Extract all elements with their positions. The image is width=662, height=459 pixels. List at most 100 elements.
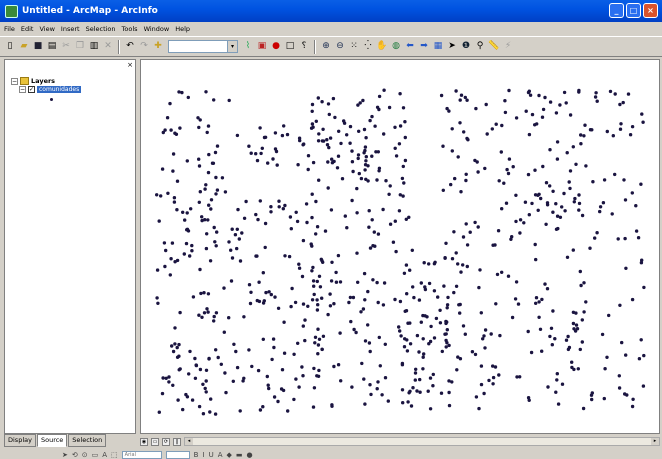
minimize-button[interactable]: _ xyxy=(609,3,624,18)
print-icon[interactable]: ▤ xyxy=(46,41,58,53)
zoom-out-icon[interactable]: ⊖ xyxy=(334,41,346,53)
community-point xyxy=(610,212,614,216)
find-icon[interactable]: ⚲ xyxy=(474,41,486,53)
rotate-icon[interactable]: ⟲ xyxy=(72,451,78,459)
community-point xyxy=(266,161,270,165)
command-line-icon[interactable]: □ xyxy=(284,41,296,53)
font-name-combo[interactable]: Arial xyxy=(121,450,162,459)
community-point xyxy=(222,330,226,334)
community-point xyxy=(545,203,550,207)
community-point xyxy=(419,320,423,324)
zoom-in-icon[interactable]: ⊕ xyxy=(320,41,332,53)
menu-help[interactable]: Help xyxy=(175,25,190,33)
scroll-right-icon[interactable]: ▸ xyxy=(651,438,659,445)
map-canvas[interactable] xyxy=(141,60,659,433)
measure-icon[interactable]: 📏 xyxy=(488,41,500,53)
community-point xyxy=(422,352,426,356)
tab-source[interactable]: Source xyxy=(36,434,68,447)
add-data-icon[interactable]: ✚ xyxy=(152,41,164,53)
community-point xyxy=(171,383,175,387)
community-point xyxy=(526,396,531,400)
close-button[interactable]: × xyxy=(643,3,658,18)
open-folder-icon[interactable]: ▰ xyxy=(18,41,30,53)
whats-this-icon[interactable]: ⸮ xyxy=(298,41,310,53)
zoom-to-selected-icon[interactable]: ⊙ xyxy=(82,451,88,459)
community-point xyxy=(454,89,458,93)
edit-vertices-icon[interactable]: ⬚ xyxy=(111,451,118,459)
refresh-icon[interactable]: ⟳ xyxy=(162,437,170,446)
cut-icon[interactable]: ✂ xyxy=(60,41,72,53)
menu-window[interactable]: Window xyxy=(144,25,170,33)
delete-icon[interactable]: ✕ xyxy=(102,41,114,53)
font-size-combo[interactable] xyxy=(165,450,190,459)
layout-view-icon[interactable]: ▭ xyxy=(151,437,159,446)
font-color-icon[interactable]: A xyxy=(218,451,223,459)
pause-drawing-icon[interactable]: ‖ xyxy=(173,437,181,446)
full-extent-icon[interactable]: ◍ xyxy=(390,41,402,53)
arctoolbox-icon[interactable]: ▣ xyxy=(256,41,268,53)
menu-selection[interactable]: Selection xyxy=(86,25,116,33)
fill-color-icon[interactable]: ◆ xyxy=(226,451,231,459)
pan-icon[interactable]: ✋ xyxy=(376,41,388,53)
toc-layer-row[interactable]: − ✓ comunidades xyxy=(19,86,82,93)
bold-icon[interactable]: B xyxy=(194,451,199,459)
undo-icon[interactable]: ↶ xyxy=(124,41,136,53)
community-point xyxy=(222,286,226,290)
paste-icon[interactable]: ▥ xyxy=(88,41,100,53)
menu-tools[interactable]: Tools xyxy=(122,25,138,33)
marker-color-icon[interactable]: ● xyxy=(247,451,253,459)
copy-icon[interactable]: ❐ xyxy=(74,41,86,53)
maximize-button[interactable]: □ xyxy=(626,3,641,18)
community-point xyxy=(306,167,310,172)
community-point xyxy=(446,295,450,300)
community-point xyxy=(458,98,462,102)
community-point xyxy=(499,150,503,154)
community-point xyxy=(204,90,208,94)
redo-icon[interactable]: ↷ xyxy=(138,41,150,53)
tab-display[interactable]: Display xyxy=(4,434,36,447)
toc-root-row[interactable]: − Layers xyxy=(11,77,55,85)
hyperlink-icon[interactable]: ⚡ xyxy=(502,41,514,53)
identify-icon[interactable]: ❶ xyxy=(460,41,472,53)
line-color-icon[interactable]: ▬ xyxy=(236,451,243,459)
back-extent-icon[interactable]: ⬅ xyxy=(404,41,416,53)
menu-view[interactable]: View xyxy=(39,25,54,33)
community-point xyxy=(317,274,322,278)
community-point xyxy=(418,390,422,394)
menu-edit[interactable]: Edit xyxy=(21,25,34,33)
italic-icon[interactable]: I xyxy=(202,451,204,459)
save-icon[interactable]: ■ xyxy=(32,41,44,53)
select-features-icon[interactable]: ▦ xyxy=(432,41,444,53)
fixed-zoom-out-icon[interactable]: ⁛ xyxy=(362,41,374,53)
map-scale-combo[interactable]: ▾ xyxy=(168,40,238,53)
toc-tabs: Display Source Selection xyxy=(4,434,107,448)
underline-icon[interactable]: U xyxy=(209,451,214,459)
community-point xyxy=(207,356,211,361)
map-display[interactable] xyxy=(140,59,660,434)
scroll-left-icon[interactable]: ◂ xyxy=(185,438,193,445)
community-point xyxy=(271,337,276,341)
collapse-icon[interactable]: − xyxy=(11,77,18,85)
editor-toolbar-icon[interactable]: ⌇ xyxy=(242,41,254,53)
catalog-icon[interactable]: ● xyxy=(270,41,282,53)
community-point xyxy=(459,270,463,274)
menu-file[interactable]: File xyxy=(4,25,15,33)
layer-name[interactable]: comunidades xyxy=(37,86,82,93)
select-elements-icon[interactable]: ➤ xyxy=(446,41,458,53)
community-point xyxy=(267,386,271,391)
menu-insert[interactable]: Insert xyxy=(61,25,80,33)
toc-close-icon[interactable]: × xyxy=(127,61,133,69)
new-document-icon[interactable]: ▯ xyxy=(4,41,16,53)
collapse-icon[interactable]: − xyxy=(19,86,26,93)
horizontal-scrollbar[interactable]: ◂ ▸ xyxy=(184,437,660,446)
select-elements-icon[interactable]: ➤ xyxy=(62,451,68,459)
forward-extent-icon[interactable]: ➡ xyxy=(418,41,430,53)
data-view-icon[interactable]: ◉ xyxy=(140,437,148,446)
chevron-down-icon[interactable]: ▾ xyxy=(227,41,237,52)
rectangle-icon[interactable]: ▭ xyxy=(92,451,99,459)
community-point xyxy=(294,377,298,381)
text-icon[interactable]: A xyxy=(102,451,107,459)
layer-visibility-checkbox[interactable]: ✓ xyxy=(28,86,35,93)
fixed-zoom-in-icon[interactable]: ⁙ xyxy=(348,41,360,53)
tab-selection[interactable]: Selection xyxy=(68,434,107,447)
